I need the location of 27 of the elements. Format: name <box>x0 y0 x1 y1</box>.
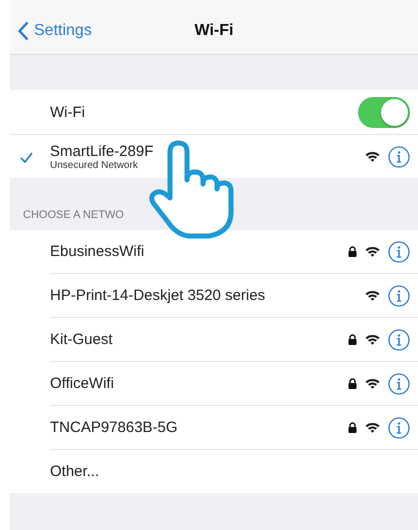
wifi-toggle[interactable] <box>358 96 410 128</box>
wifi-icon <box>365 422 380 433</box>
network-row[interactable]: Other... <box>50 450 418 493</box>
info-icon[interactable] <box>388 284 410 306</box>
back-chevron-icon <box>18 21 29 41</box>
page-title: Wi-Fi <box>194 22 234 39</box>
info-icon[interactable] <box>388 328 410 350</box>
section-header: CHOOSE A NETWO <box>23 209 124 221</box>
info-icon[interactable] <box>388 146 410 168</box>
wifi-icon <box>365 290 380 301</box>
network-name: TNCAP97863B-5G <box>50 419 179 436</box>
network-name: OfficeWifi <box>50 375 115 392</box>
network-name: EbusinessWifi <box>50 243 146 260</box>
network-name: Other... <box>50 463 100 480</box>
network-name: HP-Print-14-Deskjet 3520 series <box>50 287 266 304</box>
wifi-icon <box>365 378 380 389</box>
wifi-icon <box>365 246 380 257</box>
wifi-icon <box>365 334 380 345</box>
back-button[interactable]: Settings <box>18 21 92 41</box>
wifi-label: Wi-Fi <box>50 104 86 120</box>
info-icon[interactable] <box>388 240 410 262</box>
network-name: Kit-Guest <box>50 331 114 348</box>
network-name: SmartLife-289F <box>50 142 154 160</box>
info-icon[interactable] <box>388 416 410 438</box>
wifi-icon <box>365 151 380 162</box>
network-status: Unsecured Network <box>50 160 139 170</box>
info-icon[interactable] <box>388 372 410 394</box>
